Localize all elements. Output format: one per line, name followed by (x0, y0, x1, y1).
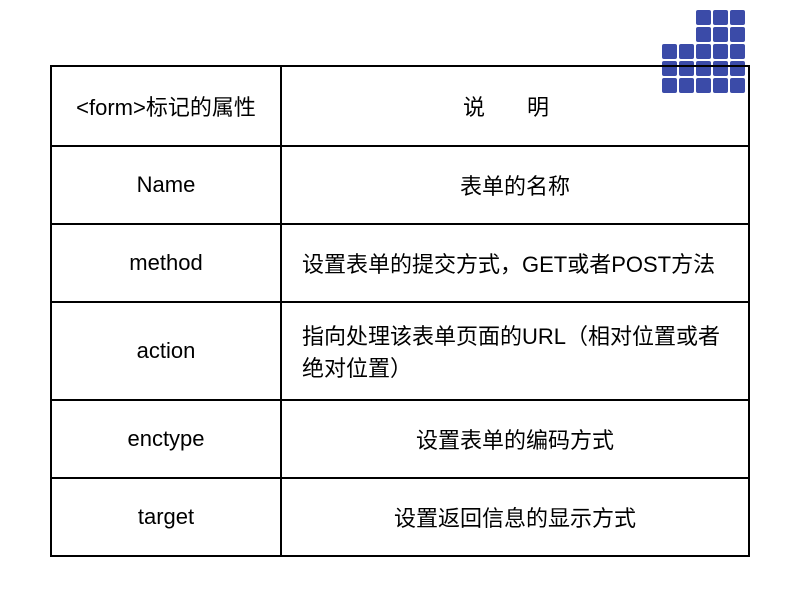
table-row: enctype 设置表单的编码方式 (51, 400, 749, 478)
desc-cell: 设置返回信息的显示方式 (281, 478, 749, 556)
attr-cell: enctype (51, 400, 281, 478)
attr-cell: target (51, 478, 281, 556)
table-row: Name 表单的名称 (51, 146, 749, 224)
decoration-dot (662, 44, 677, 59)
decoration-dot (713, 44, 728, 59)
decoration-dot (696, 27, 711, 42)
decoration-dot (713, 27, 728, 42)
decoration-dot (662, 10, 677, 25)
decoration-dot (679, 27, 694, 42)
header-cell-description: 说 明 (281, 66, 749, 146)
decoration-dot (730, 27, 745, 42)
desc-cell: 设置表单的编码方式 (281, 400, 749, 478)
decoration-dot (730, 10, 745, 25)
attr-cell: Name (51, 146, 281, 224)
decoration-dot (696, 10, 711, 25)
decoration-dot (679, 10, 694, 25)
form-attributes-table-container: <form>标记的属性 说 明 Name 表单的名称 method 设置表单的提… (50, 65, 750, 557)
table-row: action 指向处理该表单页面的URL（相对位置或者绝对位置） (51, 302, 749, 400)
table-row: target 设置返回信息的显示方式 (51, 478, 749, 556)
attr-cell: action (51, 302, 281, 400)
decoration-dot (713, 10, 728, 25)
desc-cell: 指向处理该表单页面的URL（相对位置或者绝对位置） (281, 302, 749, 400)
table-header-row: <form>标记的属性 说 明 (51, 66, 749, 146)
form-attributes-table: <form>标记的属性 说 明 Name 表单的名称 method 设置表单的提… (50, 65, 750, 557)
attr-cell: method (51, 224, 281, 302)
desc-cell: 设置表单的提交方式，GET或者POST方法 (281, 224, 749, 302)
header-description-text: 说 明 (463, 95, 567, 120)
decoration-dot (662, 27, 677, 42)
header-cell-attribute: <form>标记的属性 (51, 66, 281, 146)
decoration-dot (730, 44, 745, 59)
decoration-dot (679, 44, 694, 59)
decoration-dot (696, 44, 711, 59)
desc-cell: 表单的名称 (281, 146, 749, 224)
table-row: method 设置表单的提交方式，GET或者POST方法 (51, 224, 749, 302)
